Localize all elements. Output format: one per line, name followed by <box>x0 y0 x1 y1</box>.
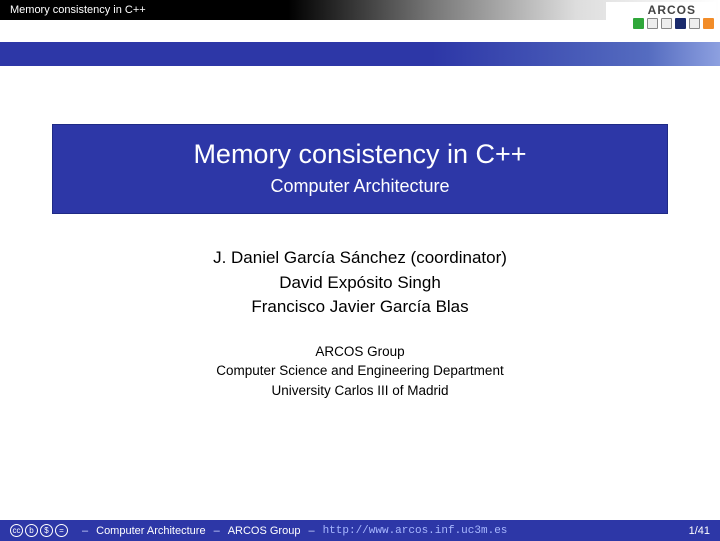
cc-icon: cc <box>10 524 23 537</box>
footer-sep-1: – <box>82 525 88 537</box>
nd-icon: = <box>55 524 68 537</box>
slide: Memory consistency in C++ ARCOS Memory c… <box>0 0 720 541</box>
logo-text: ARCOS <box>648 3 696 17</box>
by-icon: b <box>25 524 38 537</box>
page-number: 1/41 <box>689 525 710 537</box>
footer-url-link[interactable]: http://www.arcos.inf.uc3m.es <box>323 525 508 537</box>
authors-block: J. Daniel García Sánchez (coordinator) D… <box>0 246 720 320</box>
footer-sep-3: – <box>308 525 314 537</box>
logo-box-orange <box>703 18 714 29</box>
slide-title: Memory consistency in C++ <box>63 139 657 170</box>
affil-group: ARCOS Group <box>0 342 720 362</box>
author-2: David Expósito Singh <box>0 271 720 296</box>
logo-box-grey-2 <box>661 18 672 29</box>
cc-license-icons: cc b $ = <box>10 524 68 537</box>
logo-box-navy <box>675 18 686 29</box>
footer-bar: cc b $ = – Computer Architecture – ARCOS… <box>0 520 720 541</box>
nc-icon: $ <box>40 524 53 537</box>
blue-stripe <box>0 42 720 66</box>
footer-course: Computer Architecture <box>96 525 205 537</box>
logo-box-grey-3 <box>689 18 700 29</box>
footer-sep-2: – <box>214 525 220 537</box>
affil-univ: University Carlos III of Madrid <box>0 381 720 401</box>
logo-box-grey-1 <box>647 18 658 29</box>
title-block: Memory consistency in C++ Computer Archi… <box>52 124 668 214</box>
logo-box-green <box>633 18 644 29</box>
logo-boxes <box>633 18 714 29</box>
affil-dept: Computer Science and Engineering Departm… <box>0 361 720 381</box>
author-1: J. Daniel García Sánchez (coordinator) <box>0 246 720 271</box>
footer-group: ARCOS Group <box>228 525 301 537</box>
affiliation-block: ARCOS Group Computer Science and Enginee… <box>0 342 720 401</box>
author-3: Francisco Javier García Blas <box>0 295 720 320</box>
slide-subtitle: Computer Architecture <box>63 176 657 197</box>
arcos-logo: ARCOS <box>606 2 716 38</box>
header-title: Memory consistency in C++ <box>10 4 146 16</box>
